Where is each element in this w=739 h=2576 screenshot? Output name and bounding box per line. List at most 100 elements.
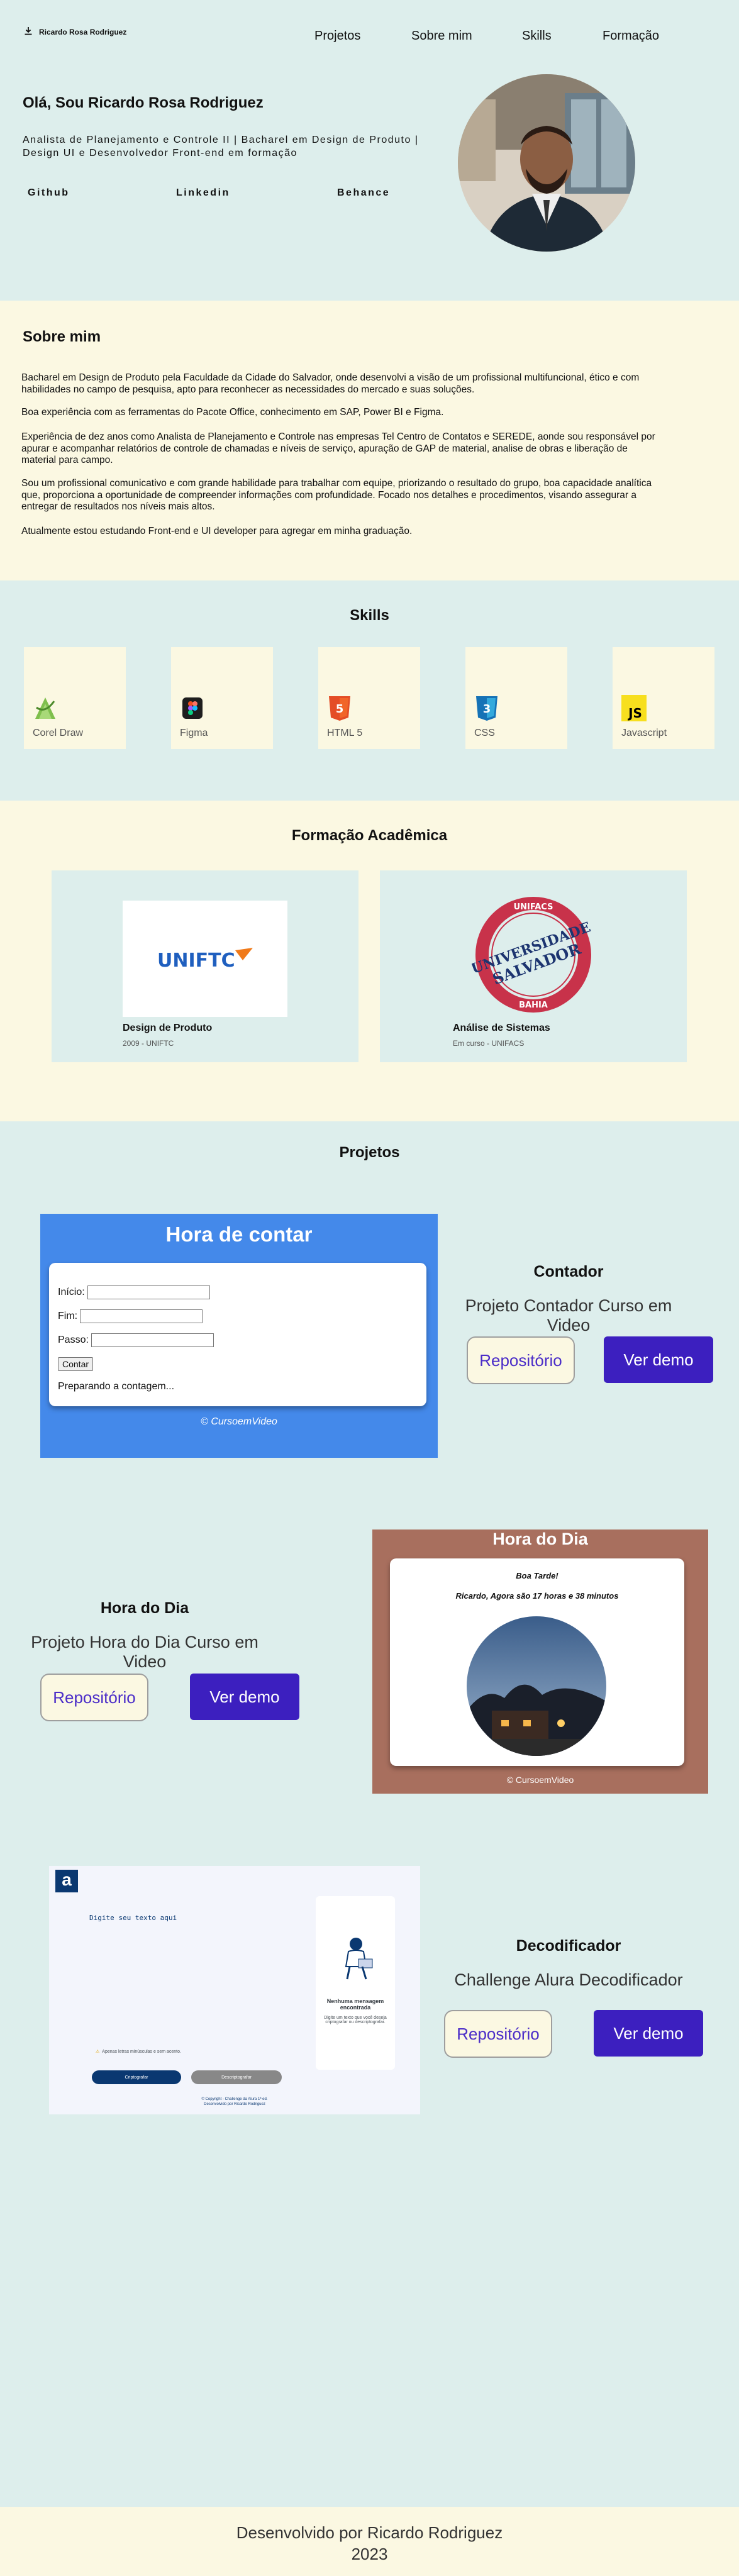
repositorio-button[interactable]: Repositório <box>467 1336 575 1384</box>
skill-card-javascript: JS Javascript <box>613 647 714 749</box>
warning-row: ⚠ Apenas letras minúsculas e sem acento. <box>96 2049 181 2055</box>
skill-label: Javascript <box>621 728 667 738</box>
uniftc-logo: UNIFTC <box>123 901 287 1017</box>
behance-link[interactable]: Behance <box>337 187 390 199</box>
linkedin-link[interactable]: Linkedin <box>176 187 230 199</box>
hero-subtitle-line1: Analista de Planejamento e Controle II |… <box>23 135 419 145</box>
contar-button[interactable]: Contar <box>58 1357 94 1371</box>
sobre-section: Sobre mim Bacharel em Design de Produto … <box>0 301 739 580</box>
projetos-section: Projetos Hora de contar Início: Fim: Pas… <box>0 1121 739 2507</box>
sobre-paragraph-2: Boa experiência com as ferramentas do Pa… <box>21 407 444 418</box>
education-meta: Em curso - UNIFACS <box>453 1039 525 1048</box>
afternoon-photo <box>467 1616 606 1756</box>
hora-card: Boa Tarde! Ricardo, Agora são 17 horas e… <box>390 1558 684 1766</box>
ver-demo-button[interactable]: Ver demo <box>190 1674 299 1720</box>
text-input-placeholder[interactable]: Digite seu texto aqui <box>89 1914 177 1922</box>
hero-subtitle: Analista de Planejamento e Controle II |… <box>23 133 438 160</box>
copyright-text: © Copyright - Challenge da Alura 1ª ed. <box>201 2097 268 2101</box>
skill-label: HTML 5 <box>327 728 363 738</box>
svg-text:BAHIA: BAHIA <box>519 1001 548 1010</box>
skill-card-figma: Figma <box>171 647 273 749</box>
profile-photo <box>458 74 635 252</box>
education-card-uniftc: UNIFTC Design de Produto 2009 - UNIFTC <box>52 870 358 1062</box>
footer-year: 2023 <box>351 2545 388 2563</box>
ver-demo-button[interactable]: Ver demo <box>594 2010 703 2057</box>
formacao-section: Formação Acadêmica UNIFTC Design de Prod… <box>0 801 739 1121</box>
javascript-icon: JS <box>621 695 647 721</box>
inicio-input[interactable] <box>87 1285 210 1299</box>
fim-input[interactable] <box>80 1309 203 1323</box>
hero-section: Ricardo Rosa Rodriguez Projetos Sobre mi… <box>0 0 739 301</box>
unifacs-seal-logo: UNIFACS BAHIA UNIVERSIDADE SALVADOR <box>469 893 595 1019</box>
skill-label: Corel Draw <box>33 728 84 738</box>
criptografar-button[interactable]: Criptografar <box>92 2070 181 2084</box>
contador-form-card: Início: Fim: Passo: Contar Preparando a … <box>49 1263 426 1406</box>
nav-formacao[interactable]: Formação <box>603 29 659 43</box>
skills-title: Skills <box>350 607 389 624</box>
project-title-contador: Contador <box>533 1263 604 1280</box>
credit-text: Desenvolvido por Ricardo Rodriguez <box>204 2102 265 2106</box>
empty-title: Nenhuma mensagem encontrada <box>326 1998 384 2011</box>
html5-icon: 5 <box>327 695 352 721</box>
fim-row: Fim: <box>58 1309 203 1323</box>
preview-heading: Hora de contar <box>165 1223 313 1246</box>
github-link[interactable]: Github <box>28 187 70 199</box>
nav-sobre-mim[interactable]: Sobre mim <box>411 29 472 43</box>
ver-demo-button[interactable]: Ver demo <box>604 1336 713 1383</box>
repositorio-button[interactable]: Repositório <box>40 1674 148 1721</box>
skill-card-html5: 5 HTML 5 <box>318 647 420 749</box>
decodificador-preview[interactable]: a Digite seu texto aqui Nenhuma mensagem… <box>49 1866 420 2114</box>
fim-label: Fim: <box>58 1311 78 1321</box>
output-panel: Nenhuma mensagem encontrada Digite um te… <box>316 1896 395 2070</box>
css3-icon: 3 <box>474 695 499 721</box>
sobre-paragraph-5: Atualmente estou estudando Front-end e U… <box>21 526 413 536</box>
skill-label: Figma <box>180 728 208 738</box>
education-card-unifacs: UNIFACS BAHIA UNIVERSIDADE SALVADOR Anál… <box>380 870 687 1062</box>
skill-card-css: 3 CSS <box>465 647 567 749</box>
svg-text:3: 3 <box>483 702 491 716</box>
repositorio-button[interactable]: Repositório <box>444 2010 552 2058</box>
skill-card-coreldraw: Corel Draw <box>24 647 126 749</box>
passo-input[interactable] <box>91 1333 214 1347</box>
sobre-paragraph-3: Experiência de dez anos como Analista de… <box>21 431 655 465</box>
svg-text:5: 5 <box>336 702 344 716</box>
project-title-decodificador: Decodificador <box>516 1937 621 1955</box>
descriptografar-button[interactable]: Descriptografar <box>191 2070 282 2084</box>
greeting-text: Boa Tarde! <box>516 1571 558 1580</box>
hero-title: Olá, Sou Ricardo Rosa Rodriguez <box>23 94 264 111</box>
inicio-label: Início: <box>58 1287 85 1297</box>
formacao-title: Formação Acadêmica <box>291 827 448 844</box>
footer-credit: Desenvolvido por Ricardo Rodriguez <box>236 2523 503 2542</box>
nav-skills[interactable]: Skills <box>522 29 552 43</box>
project-desc-contador: Projeto Contador Curso em Video <box>465 1296 672 1335</box>
preview-footer: © CursoemVideo <box>201 1416 277 1427</box>
project-desc-hora-do-dia: Projeto Hora do Dia Curso em Video <box>31 1633 258 1671</box>
education-meta: 2009 - UNIFTC <box>123 1039 174 1048</box>
svg-text:UNIFACS: UNIFACS <box>514 902 553 912</box>
alura-logo: a <box>55 1870 78 1892</box>
projetos-title: Projetos <box>339 1144 400 1161</box>
svg-text:JS: JS <box>627 706 642 721</box>
nav-projetos[interactable]: Projetos <box>314 29 360 43</box>
brand[interactable]: Ricardo Rosa Rodriguez <box>24 26 126 37</box>
sobre-paragraph-4: Sou um profissional comunicativo e com g… <box>21 478 652 512</box>
education-title: Análise de Sistemas <box>453 1023 550 1033</box>
svg-text:UNIFTC: UNIFTC <box>157 950 235 972</box>
skill-label: CSS <box>474 728 495 738</box>
sobre-title: Sobre mim <box>23 328 101 345</box>
sobre-paragraph-1: Bacharel em Design de Produto pela Facul… <box>21 372 640 395</box>
person-illustration <box>345 1938 373 1980</box>
hora-do-dia-preview[interactable]: Hora do Dia Boa Tarde! Ricardo, Agora sã… <box>372 1530 708 1794</box>
project-title-hora-do-dia: Hora do Dia <box>100 1599 189 1617</box>
contador-status: Preparando a contagem... <box>58 1381 175 1392</box>
coreldraw-icon <box>33 695 58 721</box>
warning-text: Apenas letras minúsculas e sem acento. <box>102 2049 181 2054</box>
inicio-row: Início: <box>58 1285 210 1299</box>
hero-subtitle-line2: Design UI e Desenvolvedor Front-end em f… <box>23 148 297 158</box>
passo-row: Passo: <box>58 1333 214 1347</box>
download-icon <box>24 26 33 37</box>
empty-text: Digite um texto que você deseja criptogr… <box>324 2016 387 2024</box>
contador-preview[interactable]: Hora de contar Início: Fim: Passo: Conta… <box>40 1214 438 1458</box>
preview-heading: Hora do Dia <box>492 1530 588 1548</box>
warning-icon: ⚠ <box>96 2050 100 2054</box>
